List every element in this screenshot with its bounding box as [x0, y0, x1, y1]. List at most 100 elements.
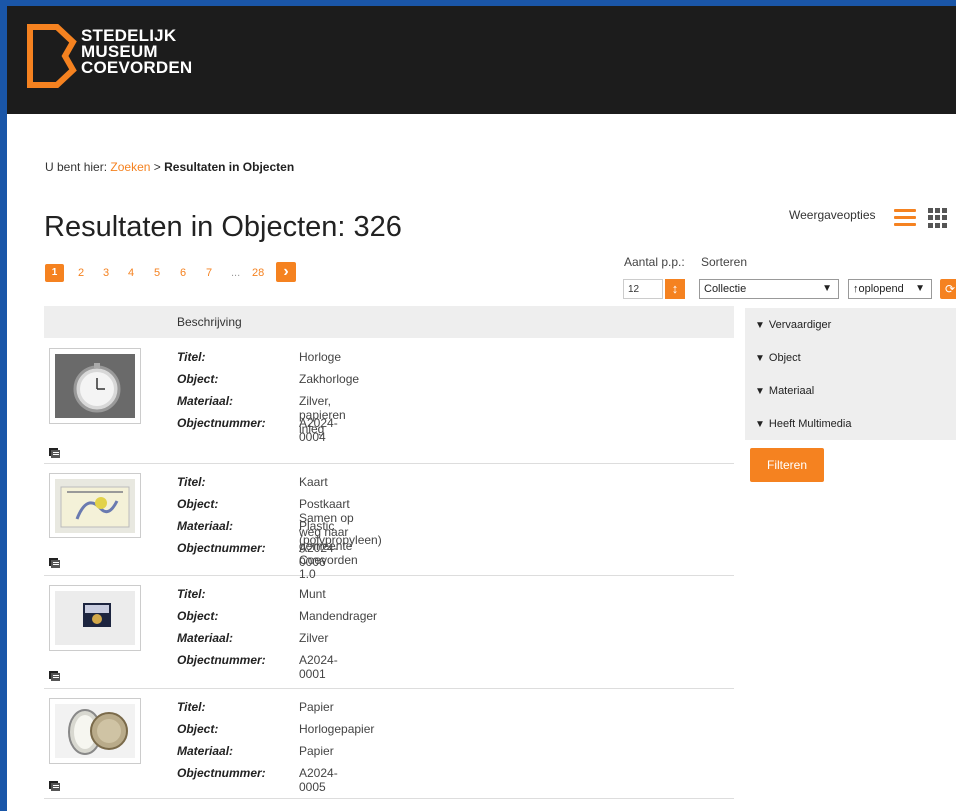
multimedia-icon	[49, 778, 61, 791]
object-thumbnail[interactable]	[49, 348, 141, 424]
postcard-image	[55, 479, 135, 533]
field-label-materiaal: Materiaal:	[177, 519, 234, 533]
object-thumbnail[interactable]	[49, 698, 141, 764]
field-label-object: Object:	[177, 722, 219, 736]
object-thumbnail[interactable]	[49, 473, 141, 538]
field-value-object: Zakhorloge	[299, 372, 360, 386]
chevron-down-icon: ▼	[755, 353, 765, 364]
pocket-watch-image	[55, 354, 135, 418]
breadcrumb-link-zoeken[interactable]: Zoeken	[110, 160, 150, 174]
chevron-down-icon: ▼	[822, 283, 832, 294]
breadcrumb-separator: >	[153, 160, 161, 174]
field-value-titel[interactable]: Kaart	[299, 475, 328, 489]
chevron-right-icon: ›	[283, 263, 289, 280]
field-label-object: Object:	[177, 372, 219, 386]
sort-order-select[interactable]: ↑oplopend ▼	[848, 279, 932, 299]
table-row[interactable]: Titel: Munt Object: Mandendrager Materiaal…	[44, 576, 734, 689]
facet-label: Heeft Multimedia	[768, 418, 852, 430]
table-row[interactable]: Titel: Papier Object: Horlogepapier Materi…	[44, 689, 734, 799]
field-label-objectnummer: Objectnummer:	[177, 541, 266, 555]
field-value-objectnummer: A2024-0005	[299, 766, 338, 794]
field-value-titel[interactable]: Papier	[299, 700, 334, 714]
grid-view-icon[interactable]	[928, 208, 948, 228]
list-view-icon[interactable]	[894, 209, 916, 227]
per-page-label: Aantal p.p.:	[624, 255, 685, 269]
sort-label: Sorteren	[701, 255, 748, 269]
logo-mark-icon	[27, 24, 77, 88]
page-link-6[interactable]: 6	[180, 264, 186, 282]
facet-label: Vervaardiger	[768, 319, 832, 331]
breadcrumb-current: Resultaten in Objecten	[164, 160, 295, 174]
results-table-header: Beschrijving	[44, 306, 734, 338]
field-label-materiaal: Materiaal:	[177, 394, 234, 408]
facet-heeft-multimedia[interactable]: ▼ Heeft Multimedia	[755, 418, 851, 430]
page-link-3[interactable]: 3	[103, 264, 109, 282]
refresh-button[interactable]: ⟳	[940, 279, 956, 299]
page-title: Resultaten in Objecten: 326	[44, 211, 402, 243]
view-options-label: Weergaveopties	[789, 208, 876, 222]
facet-object[interactable]: ▼ Object	[755, 352, 801, 364]
facet-panel: ▼ Vervaardiger ▼ Object ▼ Materiaal ▼ Heeft …	[745, 308, 956, 440]
logo-line: COEVORDEN	[81, 58, 193, 77]
refresh-icon: ⟳	[944, 282, 956, 296]
filter-button[interactable]: Filteren	[750, 448, 824, 482]
object-thumbnail[interactable]	[49, 585, 141, 651]
field-value-objectnummer: A2024-0004	[299, 416, 338, 444]
page-link-5[interactable]: 5	[154, 264, 160, 282]
table-row[interactable]: Titel: Kaart Object: Postkaart Samen op we…	[44, 464, 734, 581]
field-label-materiaal: Materiaal:	[177, 744, 234, 758]
breadcrumb: U bent hier: Zoeken > Resultaten in Obje…	[45, 160, 294, 174]
facet-materiaal[interactable]: ▼ Materiaal	[755, 385, 814, 397]
page-link-28[interactable]: 28	[252, 264, 264, 282]
field-value-materiaal: Papier	[299, 744, 334, 758]
page-link-7[interactable]: 7	[206, 264, 212, 282]
field-value-titel[interactable]: Horloge	[299, 350, 341, 364]
field-value-titel[interactable]: Munt	[299, 587, 326, 601]
facet-label: Materiaal	[768, 385, 815, 397]
field-label-titel: Titel:	[177, 475, 206, 489]
page-link-1[interactable]: 1	[45, 264, 64, 282]
field-value-materiaal: Zilver	[299, 631, 329, 645]
field-label-object: Object:	[177, 609, 219, 623]
next-page-button[interactable]: ›	[276, 262, 296, 282]
field-label-materiaal: Materiaal:	[177, 631, 234, 645]
facet-vervaardiger[interactable]: ▼ Vervaardiger	[755, 319, 831, 331]
field-label-titel: Titel:	[177, 700, 206, 714]
breadcrumb-prefix: U bent hier:	[45, 160, 108, 174]
site-header: STEDELIJK MUSEUM COEVORDEN	[7, 6, 956, 114]
field-value-objectnummer: A2024-0001	[299, 653, 338, 681]
coin-image	[55, 591, 135, 645]
field-label-objectnummer: Objectnummer:	[177, 416, 266, 430]
field-label-objectnummer: Objectnummer:	[177, 653, 266, 667]
chevron-down-icon: ▼	[755, 386, 765, 397]
multimedia-icon	[49, 555, 61, 568]
per-page-apply-button[interactable]: ↕	[665, 279, 685, 299]
page-ellipsis: ...	[231, 267, 241, 279]
page-link-4[interactable]: 4	[128, 264, 134, 282]
chevron-down-icon: ▼	[755, 320, 765, 331]
field-value-object: Horlogepapier	[299, 722, 375, 736]
chevron-down-icon: ▼	[915, 283, 925, 294]
page-link-2[interactable]: 2	[78, 264, 84, 282]
updown-icon: ↕	[671, 281, 679, 296]
sort-field-value: Collectie	[704, 283, 747, 295]
sort-field-select[interactable]: Collectie ▼	[699, 279, 839, 299]
field-label-titel: Titel:	[177, 350, 206, 364]
facet-label: Object	[768, 352, 801, 364]
field-label-object: Object:	[177, 497, 219, 511]
watch-paper-image	[55, 704, 135, 758]
chevron-down-icon: ▼	[755, 419, 765, 430]
museum-logo[interactable]: STEDELIJK MUSEUM COEVORDEN	[27, 24, 227, 90]
field-label-objectnummer: Objectnummer:	[177, 766, 266, 780]
per-page-input[interactable]: 12	[623, 279, 663, 299]
table-row[interactable]: Titel: Horloge Object: Zakhorloge Materiaa…	[44, 338, 734, 464]
logo-text: STEDELIJK MUSEUM COEVORDEN	[81, 27, 193, 77]
column-header-beschrijving: Beschrijving	[177, 315, 242, 329]
sort-order-value: ↑oplopend	[853, 283, 904, 295]
page: STEDELIJK MUSEUM COEVORDEN U bent hier: …	[7, 6, 956, 811]
field-value-object: Mandendrager	[299, 609, 378, 623]
multimedia-icon	[49, 445, 61, 458]
field-label-titel: Titel:	[177, 587, 206, 601]
field-value-objectnummer: A2024-0006	[299, 541, 338, 569]
multimedia-icon	[49, 668, 61, 681]
